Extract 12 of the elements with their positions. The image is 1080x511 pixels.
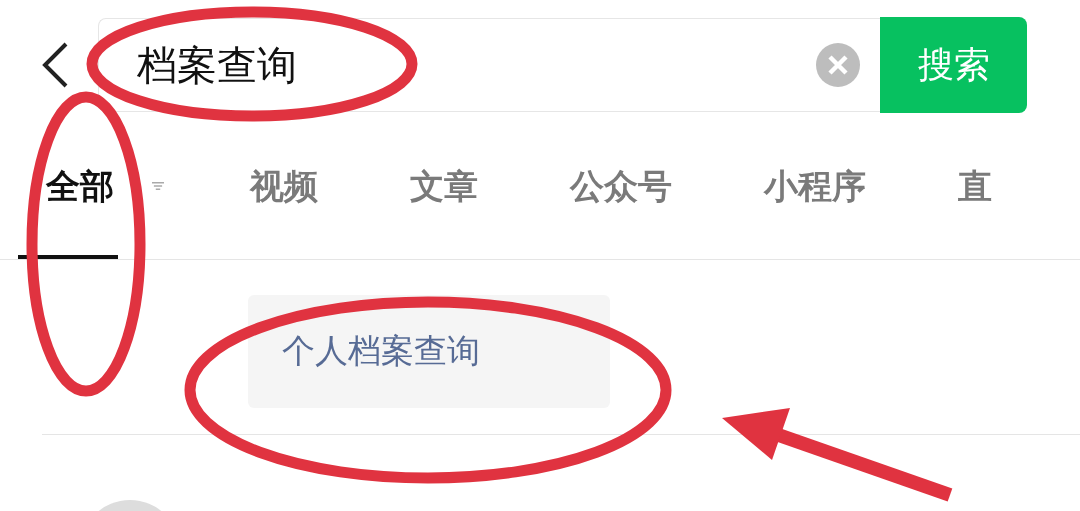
tab[interactable]: 视频 [246, 113, 322, 259]
search-box[interactable]: 档案查询 [98, 18, 880, 112]
clear-icon[interactable] [816, 43, 860, 87]
tab[interactable]: 全部 [18, 113, 118, 259]
tab[interactable]: 直 [954, 113, 996, 259]
tab[interactable]: 文章 [406, 113, 482, 259]
tab[interactable]: 公众号 [566, 113, 676, 259]
search-field[interactable]: 档案查询 [99, 41, 816, 89]
suggestion-chip[interactable]: 个人档案查询 [248, 295, 610, 408]
back-icon[interactable] [40, 41, 70, 89]
tab[interactable]: 小程序 [760, 113, 870, 259]
search-button[interactable]: 搜索 [880, 17, 1027, 113]
